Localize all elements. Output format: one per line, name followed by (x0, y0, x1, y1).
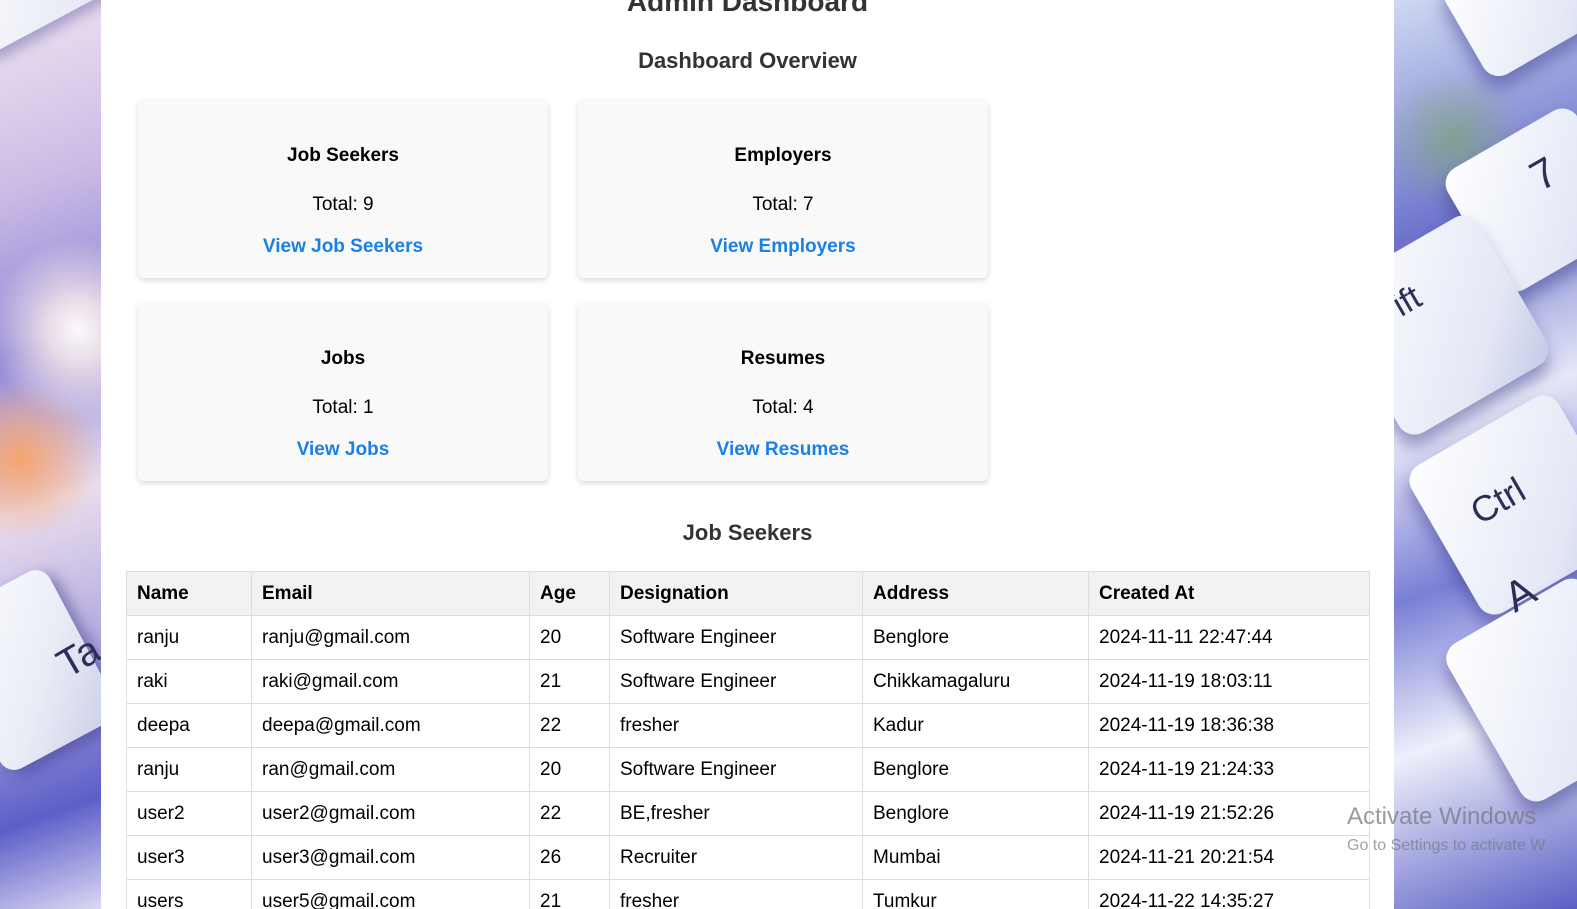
table-row: raki raki@gmail.com 21 Software Engineer… (126, 659, 1370, 704)
cell-address: Chikkamagaluru (862, 659, 1089, 704)
cell-name: users (126, 879, 252, 909)
cell-age: 22 (529, 791, 610, 836)
cell-name: user3 (126, 835, 252, 880)
cell-name: ranju (126, 615, 252, 660)
overview-title: Dashboard Overview (638, 48, 857, 73)
cell-email: raki@gmail.com (251, 659, 530, 704)
table-row: deepa deepa@gmail.com 22 fresher Kadur 2… (126, 703, 1370, 748)
cell-email: user2@gmail.com (251, 791, 530, 836)
table-row: ranju ranju@gmail.com 20 Software Engine… (126, 615, 1370, 660)
background-left: Ta (0, 0, 123, 909)
cell-address: Benglore (862, 615, 1089, 660)
background-right: ift Ctrl A 7 (1322, 0, 1577, 909)
cell-created-at: 2024-11-19 18:36:38 (1088, 703, 1370, 748)
cell-age: 22 (529, 703, 610, 748)
card-total: Total: 4 (752, 397, 814, 418)
cell-name: raki (126, 659, 252, 704)
cell-address: Benglore (862, 791, 1089, 836)
card-total: Total: 7 (752, 194, 814, 215)
job-seekers-title: Job Seekers (682, 520, 813, 545)
background-key (1437, 0, 1577, 83)
cell-address: Benglore (862, 747, 1089, 792)
cell-age: 21 (529, 659, 610, 704)
table-row: users user5@gmail.com 21 fresher Tumkur … (126, 879, 1370, 909)
job-seekers-table: Name Email Age Designation Address Creat… (126, 571, 1370, 909)
cell-created-at: 2024-11-21 20:21:54 (1088, 835, 1370, 880)
card-job-seekers: Job Seekers Total: 9 View Job Seekers (138, 100, 548, 278)
table-row: user3 user3@gmail.com 26 Recruiter Mumba… (126, 835, 1370, 880)
cell-age: 26 (529, 835, 610, 880)
cell-address: Kadur (862, 703, 1089, 748)
card-resumes: Resumes Total: 4 View Resumes (578, 303, 988, 481)
column-header-email: Email (251, 571, 530, 616)
cell-address: Mumbai (862, 835, 1089, 880)
cell-address: Tumkur (862, 879, 1089, 909)
cell-created-at: 2024-11-19 21:24:33 (1088, 747, 1370, 792)
cell-email: ran@gmail.com (251, 747, 530, 792)
cell-age: 21 (529, 879, 610, 909)
column-header-designation: Designation (609, 571, 863, 616)
card-title: Job Seekers (287, 145, 399, 166)
card-employers: Employers Total: 7 View Employers (578, 100, 988, 278)
cell-created-at: 2024-11-22 14:35:27 (1088, 879, 1370, 909)
cell-email: user3@gmail.com (251, 835, 530, 880)
table-header-row: Name Email Age Designation Address Creat… (126, 571, 1370, 616)
cell-designation: fresher (609, 703, 863, 748)
column-header-age: Age (529, 571, 610, 616)
cell-designation: BE,fresher (609, 791, 863, 836)
background-key (0, 0, 113, 60)
cell-email: deepa@gmail.com (251, 703, 530, 748)
table-row: ranju ran@gmail.com 20 Software Engineer… (126, 747, 1370, 792)
activate-windows-hint: Go to Settings to activate W (1347, 837, 1546, 854)
cell-email: ranju@gmail.com (251, 615, 530, 660)
card-title: Employers (734, 145, 832, 166)
activate-windows-watermark: Activate Windows (1347, 803, 1537, 830)
view-resumes-link[interactable]: View Resumes (578, 439, 988, 461)
view-employers-link[interactable]: View Employers (578, 236, 988, 258)
card-total: Total: 9 (312, 194, 374, 215)
cell-designation: Software Engineer (609, 615, 863, 660)
card-title: Resumes (740, 348, 826, 369)
card-total: Total: 1 (312, 397, 374, 418)
cell-age: 20 (529, 747, 610, 792)
cell-created-at: 2024-11-19 18:03:11 (1088, 659, 1370, 704)
column-header-address: Address (862, 571, 1089, 616)
cell-email: user5@gmail.com (251, 879, 530, 909)
cell-name: deepa (126, 703, 252, 748)
card-jobs: Jobs Total: 1 View Jobs (138, 303, 548, 481)
cell-name: ranju (126, 747, 252, 792)
cell-designation: Software Engineer (609, 747, 863, 792)
cell-age: 20 (529, 615, 610, 660)
view-job-seekers-link[interactable]: View Job Seekers (138, 236, 548, 258)
column-header-created-at: Created At (1088, 571, 1370, 616)
column-header-name: Name (126, 571, 252, 616)
view-jobs-link[interactable]: View Jobs (138, 439, 548, 461)
table-row: user2 user2@gmail.com 22 BE,fresher Beng… (126, 791, 1370, 836)
cell-designation: Software Engineer (609, 659, 863, 704)
page-title: Admin Dashboard (626, 0, 869, 17)
cell-created-at: 2024-11-19 21:52:26 (1088, 791, 1370, 836)
cell-designation: fresher (609, 879, 863, 909)
cell-designation: Recruiter (609, 835, 863, 880)
dashboard-panel: Admin Dashboard Dashboard Overview Job S… (101, 0, 1394, 909)
cell-name: user2 (126, 791, 252, 836)
card-title: Jobs (320, 348, 366, 369)
cell-created-at: 2024-11-11 22:47:44 (1088, 615, 1370, 660)
